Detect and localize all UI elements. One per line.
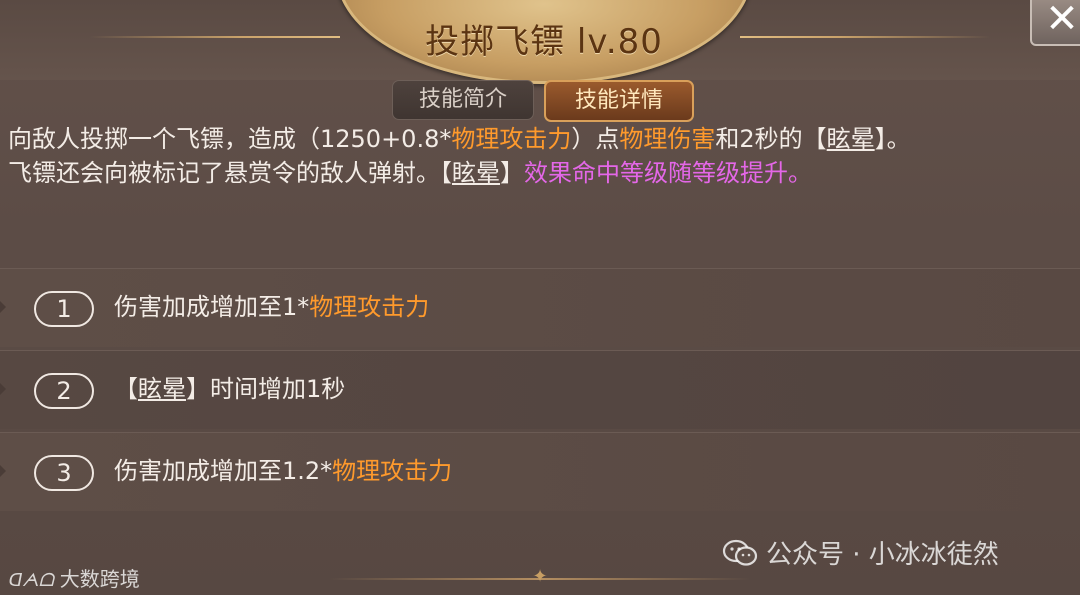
watermark-brand: ᗡᗅᗝ 大数跨境 <box>8 563 140 592</box>
desc-text: 】。 <box>874 125 911 153</box>
tab-skill-details[interactable]: 技能详情 <box>544 80 694 122</box>
tab-skill-intro[interactable]: 技能简介 <box>392 80 534 120</box>
row-arrow-icon <box>0 377 6 401</box>
upgrade-highlight: 物理攻击力 <box>332 457 453 485</box>
desc-text: 向敌人投掷一个飞镖，造成（1250+0.8* <box>8 125 452 153</box>
skill-description: 向敌人投掷一个飞镖，造成（1250+0.8*物理攻击力）点物理伤害和2秒的【眩晕… <box>8 122 1072 190</box>
upgrade-desc: 伤害加成增加至1.2* <box>114 457 333 485</box>
row-arrow-icon <box>0 295 6 319</box>
upgrade-desc: 】时间增加1秒 <box>186 375 346 403</box>
wechat-icon <box>722 539 758 566</box>
desc-highlight-attack: 物理攻击力 <box>451 125 572 153</box>
upgrade-row: 1 伤害加成增加至1*物理攻击力 <box>0 268 1080 347</box>
desc-text: 】 <box>500 159 524 187</box>
description-line-2: 飞镖还会向被标记了悬赏令的敌人弹射。【眩晕】效果命中等级随等级提升。 <box>8 156 1072 190</box>
stun-keyword-link[interactable]: 眩晕 <box>827 125 875 153</box>
upgrade-number-badge: 1 <box>34 291 94 327</box>
desc-highlight-damage: 物理伤害 <box>619 125 716 153</box>
upgrade-highlight: 物理攻击力 <box>309 293 430 321</box>
stun-keyword-link[interactable]: 眩晕 <box>452 159 500 187</box>
skill-panel: 投掷飞镖 lv.80 ✕ 技能简介 技能详情 向敌人投掷一个飞镖，造成（1250… <box>0 0 1080 595</box>
header-ornament-left <box>90 36 340 38</box>
watermark-text: 公众号 · 小冰冰徒然 <box>766 540 999 570</box>
close-icon: ✕ <box>1045 0 1079 42</box>
description-line-1: 向敌人投掷一个飞镖，造成（1250+0.8*物理攻击力）点物理伤害和2秒的【眩晕… <box>8 122 1072 156</box>
stun-keyword-link[interactable]: 眩晕 <box>138 375 186 403</box>
upgrade-text: 伤害加成增加至1.2*物理攻击力 <box>114 453 452 489</box>
skill-title: 投掷飞镖 lv.80 <box>425 22 663 62</box>
upgrade-row: 3 伤害加成增加至1.2*物理攻击力 <box>0 432 1080 511</box>
desc-text: ）点 <box>571 125 620 153</box>
bottom-ornament-icon: ✦ <box>532 566 548 587</box>
desc-highlight-effect: 效果命中等级随等级提升。 <box>524 159 812 187</box>
header-ornament-right <box>740 36 990 38</box>
close-button[interactable]: ✕ <box>1030 0 1080 46</box>
upgrade-number-badge: 3 <box>34 455 94 491</box>
desc-text: 飞镖还会向被标记了悬赏令的敌人弹射。【 <box>8 159 452 187</box>
upgrade-text: 伤害加成增加至1*物理攻击力 <box>114 289 429 325</box>
upgrade-text: 【眩晕】时间增加1秒 <box>114 371 345 407</box>
upgrade-desc: 【 <box>114 375 138 403</box>
desc-text: 和2秒的【 <box>715 125 827 153</box>
upgrade-number-badge: 2 <box>34 373 94 409</box>
upgrade-row: 2 【眩晕】时间增加1秒 <box>0 350 1080 429</box>
row-arrow-icon <box>0 459 6 483</box>
watermark-text: 大数跨境 <box>59 567 140 591</box>
brand-logo-icon: ᗡᗅᗝ <box>8 570 54 591</box>
upgrade-desc: 伤害加成增加至1* <box>114 293 310 321</box>
watermark-wechat: 公众号 · 小冰冰徒然 <box>722 534 999 571</box>
